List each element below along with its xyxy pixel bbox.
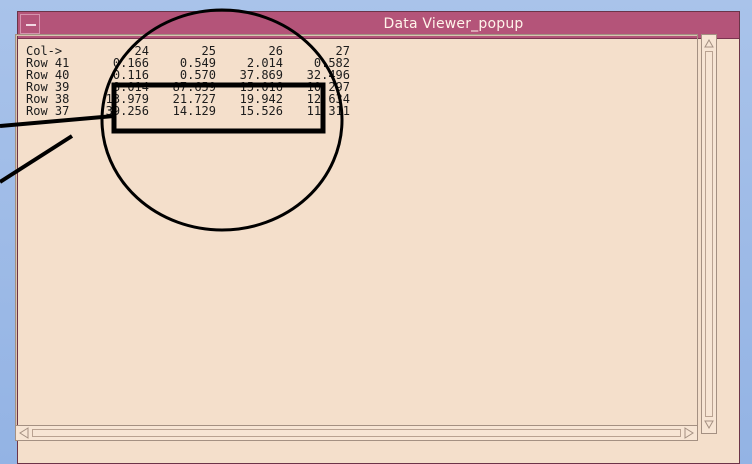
table-cell: 14.129 — [172, 104, 216, 118]
horizontal-scrollbar[interactable] — [15, 425, 698, 441]
horizontal-scroll-thumb[interactable] — [32, 429, 681, 437]
row-label: Row 37 — [26, 104, 70, 118]
vertical-scroll-thumb[interactable] — [705, 51, 713, 417]
table-cell: 11.311 — [306, 104, 350, 118]
arrow-down-icon[interactable] — [704, 419, 714, 429]
vertical-scrollbar[interactable] — [701, 34, 717, 434]
table-cell: 15.526 — [239, 104, 283, 118]
window-title: Data Viewer_popup — [383, 16, 524, 32]
table-row: Row 37 39.256 14.129 15.526 11.311 — [26, 105, 350, 117]
arrow-left-icon[interactable] — [18, 427, 30, 439]
table-cell: 39.256 — [105, 104, 149, 118]
data-grid: Col-> 24 25 26 27 Row 41 0.166 0.549 2.014 0.582 R… — [26, 45, 350, 117]
arrow-up-icon[interactable] — [704, 39, 714, 49]
arrow-right-icon[interactable] — [683, 427, 695, 439]
